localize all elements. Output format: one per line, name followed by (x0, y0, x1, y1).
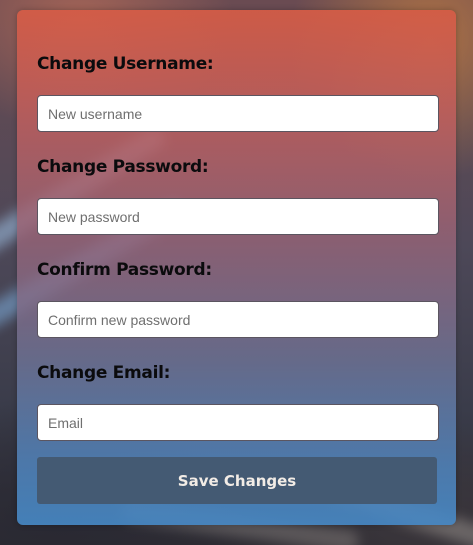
email-input[interactable] (37, 404, 439, 441)
username-input[interactable] (37, 95, 439, 132)
password-label: Change Password: (37, 157, 209, 177)
email-label: Change Email: (37, 363, 171, 383)
account-settings-form: Change Username: Change Password: Confir… (17, 10, 456, 525)
confirm-password-label: Confirm Password: (37, 260, 212, 280)
save-changes-button[interactable]: Save Changes (37, 457, 437, 504)
password-input[interactable] (37, 198, 439, 235)
username-label: Change Username: (37, 54, 214, 74)
confirm-password-input[interactable] (37, 301, 439, 338)
